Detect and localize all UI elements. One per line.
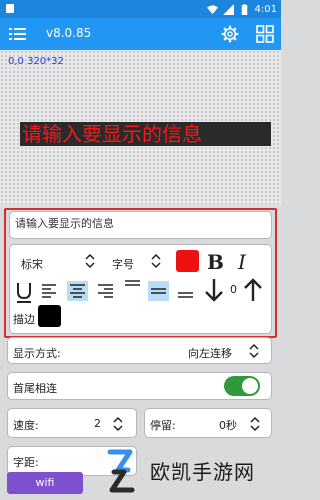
battery-icon	[241, 3, 247, 15]
format-panel: 标宋 字号 B I 0 描边	[9, 244, 272, 334]
app-version: v8.0.85	[46, 26, 92, 40]
font-size-stepper-icon[interactable]	[150, 252, 162, 270]
spacing-value: 0	[230, 283, 237, 296]
align-top-icon[interactable]	[122, 277, 143, 297]
app-bar: v8.0.85	[0, 18, 281, 50]
notification-icon	[6, 4, 14, 13]
underline-icon[interactable]	[15, 281, 33, 303]
grid-icon[interactable]	[256, 25, 274, 43]
loop-row: 首尾相连	[7, 372, 272, 400]
pause-stepper-icon[interactable]	[249, 415, 261, 433]
stroke-label: 描边	[13, 313, 35, 326]
wifi-button[interactable]: wifi	[7, 472, 83, 494]
wifi-signal-icon	[206, 4, 218, 14]
pause-row: 停留: 0秒	[144, 408, 272, 438]
display-mode-row[interactable]: 显示方式: 向左连移	[7, 337, 272, 364]
char-spacing-label: 字距:	[13, 456, 39, 469]
menu-list-icon[interactable]	[8, 25, 28, 43]
display-mode-label: 显示方式:	[13, 347, 61, 360]
speed-value[interactable]: 2	[94, 417, 101, 430]
status-bar: 4:01	[0, 0, 281, 18]
font-family-select[interactable]: 标宋	[21, 256, 43, 272]
align-center-icon[interactable]	[67, 281, 88, 301]
status-icons: 4:01	[206, 2, 277, 16]
gear-icon[interactable]	[221, 25, 239, 43]
align-middle-icon[interactable]	[148, 281, 169, 301]
watermark-text: 欧凯手游网	[150, 460, 255, 484]
loop-toggle[interactable]	[224, 376, 260, 396]
loop-label: 首尾相连	[13, 382, 57, 395]
align-bottom-icon[interactable]	[175, 285, 196, 305]
bold-button[interactable]: B	[207, 252, 224, 272]
display-mode-value[interactable]: 向左连移	[188, 345, 232, 361]
led-preview-text: 请输入要显示的信息	[22, 122, 202, 146]
stroke-color-swatch[interactable]	[38, 305, 61, 327]
clock: 4:01	[254, 3, 277, 15]
display-mode-stepper-icon[interactable]	[248, 342, 260, 360]
italic-button[interactable]: I	[238, 252, 246, 272]
preview-coordinates: 0,0 320*32	[8, 56, 64, 67]
pause-label: 停留:	[150, 419, 176, 432]
font-family-stepper-icon[interactable]	[84, 252, 96, 270]
arrow-up-icon[interactable]	[242, 277, 264, 303]
message-input-card	[9, 211, 272, 239]
text-color-swatch[interactable]	[176, 250, 199, 272]
speed-row: 速度: 2	[7, 408, 137, 438]
font-size-select[interactable]: 字号	[112, 256, 134, 272]
cell-signal-icon	[222, 3, 234, 15]
toggle-knob	[242, 378, 258, 394]
watermark-logo-icon	[107, 449, 135, 493]
align-right-icon[interactable]	[95, 281, 116, 301]
arrow-down-icon[interactable]	[203, 277, 225, 303]
speed-stepper-icon[interactable]	[112, 415, 124, 433]
speed-label: 速度:	[13, 419, 39, 432]
message-input[interactable]	[10, 212, 271, 239]
pause-value[interactable]: 0秒	[219, 417, 237, 433]
align-left-icon[interactable]	[39, 281, 60, 301]
